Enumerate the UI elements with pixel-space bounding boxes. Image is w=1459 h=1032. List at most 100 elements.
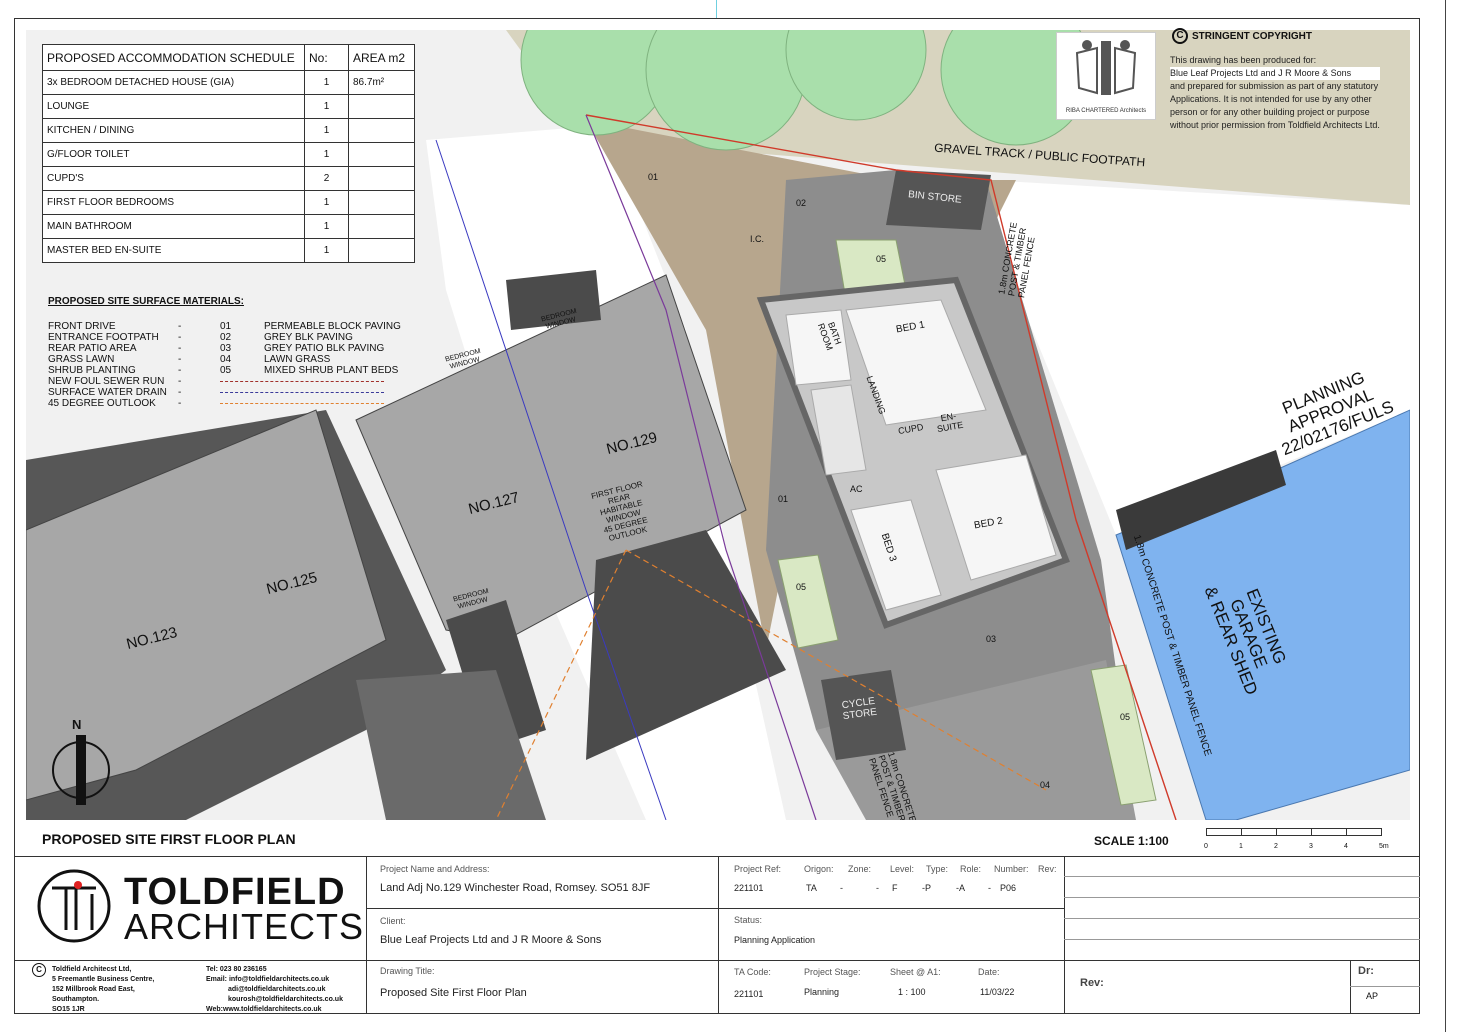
legend-row: NEW FOUL SEWER RUN -: [48, 376, 384, 387]
logo-bottom-text: ARCHITECTS: [124, 906, 365, 947]
materials-legend: PROPOSED SITE SURFACE MATERIALS: FRONT D…: [48, 296, 401, 409]
address-line: 152 Millbrook Road East,: [52, 986, 135, 993]
contact-line: adi@toldfieldarchitects.co.uk: [228, 986, 326, 993]
legend-cell: GREY BLK PAVING: [264, 332, 353, 343]
scale-tick-label: 4: [1344, 843, 1348, 850]
scale-tick-label: 5m: [1379, 843, 1389, 850]
legend-row: FRONT DRIVE - 01 PERMEABLE BLOCK PAVING: [48, 321, 401, 332]
code-header: Project Stage:: [804, 967, 861, 977]
divider: [366, 960, 1420, 961]
scale-tick-label: 1: [1239, 843, 1243, 850]
zone-01: 01: [778, 494, 789, 504]
ref-header: Level:: [890, 864, 915, 874]
company-contact: Tel: 023 80 236165 Email: info@toldfield…: [206, 965, 343, 1015]
rev-grid: [1350, 986, 1420, 987]
schedule-cell: KITCHEN / DINING: [42, 118, 305, 143]
legend-cell: -: [178, 332, 182, 343]
legend-row: SHRUB PLANTING - 05 MIXED SHRUB PLANT BEDS: [48, 365, 398, 376]
rev-grid: [1064, 876, 1420, 877]
scale-bar: [1206, 828, 1382, 836]
code-header: Date:: [978, 967, 1000, 977]
table-row: LOUNGE 1: [42, 94, 415, 119]
copyright-line: Applications. It is not intended for use…: [1170, 94, 1372, 104]
legend-cell: 04: [220, 354, 232, 365]
legend-row: ENTRANCE FOOTPATH - 02 GREY BLK PAVING: [48, 332, 353, 343]
ref-value: 221101: [734, 883, 764, 893]
schedule-header: PROPOSED ACCOMMODATION SCHEDULE No: AREA…: [42, 44, 415, 71]
copyright-line: Blue Leaf Projects Ltd and J R Moore & S…: [1170, 67, 1380, 80]
legend-cell: REAR PATIO AREA: [48, 343, 137, 354]
legend-cell: SHRUB PLANTING: [48, 365, 136, 376]
north-label: N: [72, 717, 82, 732]
divider: [14, 856, 1420, 857]
ref-value: -: [988, 883, 991, 893]
schedule-header-cell: PROPOSED ACCOMMODATION SCHEDULE: [42, 44, 305, 71]
legend-line-swatch: [220, 381, 384, 382]
copyright-title: STRINGENT COPYRIGHT: [1192, 31, 1313, 42]
contact-line: Email: info@toldfieldarchitects.co.uk: [206, 976, 330, 983]
table-row: MAIN BATHROOM 1: [42, 214, 415, 239]
legend-cell: -: [178, 376, 182, 387]
table-row: G/FLOOR TOILET 1: [42, 142, 415, 167]
divider: [14, 960, 366, 961]
table-row: FIRST FLOOR BEDROOMS 1: [42, 190, 415, 215]
riba-text: RIBA CHARTERED Architects: [1065, 108, 1147, 114]
legend-cell: NEW FOUL SEWER RUN: [48, 376, 165, 387]
code-value: 11/03/22: [980, 987, 1015, 997]
legend-row: GRASS LAWN - 04 LAWN GRASS: [48, 354, 330, 365]
copyright-icon: C: [32, 963, 46, 977]
copyright-icon: C: [1172, 28, 1188, 44]
schedule-header-cell: AREA m2: [348, 44, 415, 71]
schedule-cell: [348, 190, 415, 215]
ref-header: Project Ref:: [734, 864, 782, 874]
schedule-cell: [348, 166, 415, 191]
legend-cell: -: [178, 398, 182, 409]
company-address: Toldfield Architecst Ltd, 5 Freemantle B…: [52, 965, 154, 1015]
project-address: Land Adj No.129 Winchester Road, Romsey.…: [380, 882, 651, 894]
ref-value: TA: [806, 883, 817, 893]
schedule-cell: 3x BEDROOM DETACHED HOUSE (GIA): [42, 70, 305, 95]
divider: [366, 856, 367, 1014]
legend-cell: PERMEABLE BLOCK PAVING: [264, 321, 401, 332]
divider: [1064, 856, 1065, 1014]
schedule-cell: 1: [304, 118, 349, 143]
toldfield-logo: [36, 868, 112, 944]
schedule-cell: [348, 238, 415, 263]
copyright-line: This drawing has been produced for:: [1170, 55, 1317, 65]
address-line: Southampton.: [52, 996, 100, 1003]
schedule-cell: 1: [304, 214, 349, 239]
client-label: Client:: [380, 916, 406, 926]
legend-cell: 03: [220, 343, 232, 354]
legend-cell: 02: [220, 332, 232, 343]
scale-tick-label: 2: [1274, 843, 1278, 850]
code-value: 221101: [734, 989, 764, 999]
table-row: 3x BEDROOM DETACHED HOUSE (GIA) 1 86.7m²: [42, 70, 415, 95]
crop-mark: [1445, 0, 1446, 1032]
legend-cell: SURFACE WATER DRAIN: [48, 387, 167, 398]
legend-cell: -: [178, 321, 182, 332]
ref-value: -: [840, 883, 843, 893]
project-label: Project Name and Address:: [380, 864, 490, 874]
riba-emblem-icon: [1075, 40, 1137, 95]
materials-title: PROPOSED SITE SURFACE MATERIALS:: [48, 296, 244, 307]
plan-title: PROPOSED SITE FIRST FLOOR PLAN: [42, 831, 296, 847]
scale-tick-label: 0: [1204, 843, 1208, 850]
schedule-cell: [348, 118, 415, 143]
legend-cell: 45 DEGREE OUTLOOK: [48, 398, 156, 409]
schedule-cell: 2: [304, 166, 349, 191]
status-value: Planning Application: [734, 935, 816, 945]
rev-grid: [1064, 918, 1420, 919]
ref-header: Role:: [960, 864, 982, 874]
ref-header: Number:: [994, 864, 1029, 874]
schedule-cell: 1: [304, 190, 349, 215]
zone-05: 05: [876, 254, 887, 264]
accommodation-schedule: PROPOSED ACCOMMODATION SCHEDULE No: AREA…: [42, 44, 415, 263]
table-row: CUPD'S 2: [42, 166, 415, 191]
legend-cell: GREY PATIO BLK PAVING: [264, 343, 385, 354]
cycle-store-label: CYCLE STORE: [841, 695, 878, 723]
drawn-by-value: AP: [1366, 991, 1379, 1001]
legend-cell: FRONT DRIVE: [48, 321, 116, 332]
legend-line-swatch: [220, 403, 384, 404]
legend-row: 45 DEGREE OUTLOOK -: [48, 398, 384, 409]
ref-value: -: [876, 883, 879, 893]
